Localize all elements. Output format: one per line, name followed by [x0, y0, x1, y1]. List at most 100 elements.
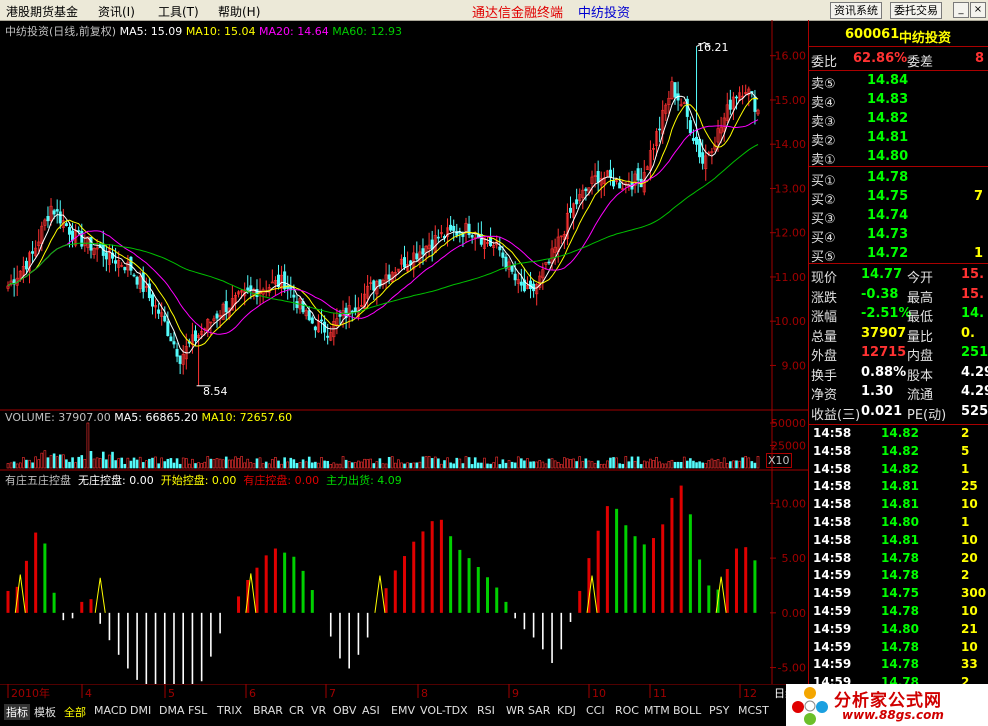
volume-bar: [65, 459, 68, 469]
volume-bar: [360, 461, 363, 469]
trade-order-button[interactable]: 委托交易: [890, 2, 942, 19]
tab-模板[interactable]: 模板: [34, 704, 56, 720]
tick-volume: 10: [961, 639, 978, 654]
indicator-bar: [624, 525, 628, 613]
tab-sar[interactable]: SAR: [528, 704, 550, 717]
volume-bar: [148, 458, 151, 469]
tab-mcst[interactable]: MCST: [738, 704, 769, 717]
indicator-bar: [339, 612, 341, 659]
volume-bar: [129, 460, 133, 469]
indicator-bar: [467, 558, 471, 613]
tab-wr[interactable]: WR: [506, 704, 525, 717]
chart-svg[interactable]: 16.00 15.00 14.00 13.00 12.00 11.00 10.00 9.00 5…: [0, 20, 808, 709]
tick-time: 14:58: [813, 497, 852, 512]
volume-bar: [412, 462, 416, 469]
tab-dmi[interactable]: DMI: [130, 704, 151, 717]
tab-emv[interactable]: EMV: [391, 704, 415, 717]
bid-row: 买② 14.75 7: [809, 188, 988, 208]
tab-obv[interactable]: OBV: [333, 704, 356, 717]
tab-asi[interactable]: ASI: [362, 704, 380, 717]
volume-bar: [178, 463, 182, 469]
volume-bar: [135, 459, 139, 469]
tab-全部[interactable]: 全部: [64, 704, 86, 720]
volume-bar: [409, 462, 412, 469]
tick-row: 14:58 14.81 25: [809, 478, 988, 496]
volume-bar: [166, 458, 170, 469]
volume-bar: [541, 461, 545, 469]
volume-bar: [741, 457, 744, 469]
tab-vr[interactable]: VR: [311, 704, 326, 717]
volume-bar: [639, 464, 643, 469]
indicator-bar: [163, 612, 166, 705]
tab-boll[interactable]: BOLL: [673, 704, 701, 717]
indicator-bar: [458, 549, 462, 613]
volume-bar: [427, 456, 431, 469]
volume-bar: [725, 463, 729, 469]
tab-rsi[interactable]: RSI: [477, 704, 495, 717]
stat-label: 总量: [811, 329, 838, 345]
bid-price: 14.74: [867, 208, 909, 223]
tick-time: 14:59: [813, 657, 852, 672]
tick-time: 14:58: [813, 426, 852, 440]
tick-time: 14:58: [813, 443, 852, 458]
volume-bar: [676, 461, 680, 469]
tick-price: 14.78: [881, 568, 919, 583]
ask-label: 卖②: [811, 134, 836, 149]
chart-area[interactable]: 16.00 15.00 14.00 13.00 12.00 11.00 10.00 9.00 5…: [0, 20, 808, 709]
tab-cci[interactable]: CCI: [586, 704, 605, 717]
bid-label: 买②: [811, 193, 836, 208]
volume-bar: [264, 461, 268, 469]
tab-roc[interactable]: ROC: [615, 704, 639, 717]
volume-bar: [735, 460, 738, 469]
volume-bar: [15, 463, 19, 469]
price-tick-label: 16.00: [775, 50, 807, 63]
menu-tools[interactable]: 工具(T): [158, 3, 199, 20]
price-tick-label: 15.00: [775, 94, 807, 107]
tab-macd[interactable]: MACD: [94, 704, 127, 717]
volume-bar: [46, 457, 50, 469]
tab-vol-tdx[interactable]: VOL-TDX: [420, 704, 468, 717]
tab-dma[interactable]: DMA: [159, 704, 185, 717]
tab-指标[interactable]: 指标: [4, 704, 30, 720]
tab-mtm[interactable]: MTM: [644, 704, 670, 717]
candles-group: [6, 41, 760, 387]
volume-group: [6, 422, 760, 469]
volume-bar: [37, 459, 41, 469]
volume-bar: [756, 456, 760, 469]
tab-brar[interactable]: BRAR: [253, 704, 283, 717]
tab-fsl[interactable]: FSL: [188, 704, 207, 717]
volume-bar: [590, 461, 594, 469]
volume-bar: [547, 458, 551, 469]
candle-body: [313, 326, 317, 331]
volume-bar: [563, 457, 566, 469]
news-system-button[interactable]: 资讯系统: [830, 2, 882, 19]
tick-price: 14.81: [881, 497, 919, 512]
tab-psy[interactable]: PSY: [709, 704, 729, 717]
volume-bar: [550, 458, 554, 469]
volume-bar: [458, 458, 462, 469]
tick-time: 14:58: [813, 515, 852, 529]
volume-bar: [390, 456, 394, 469]
menu-hk-futures[interactable]: 港股期货基金: [6, 3, 78, 20]
volume-bar: [231, 459, 234, 469]
menu-help[interactable]: 帮助(H): [218, 3, 260, 20]
tick-row: 14:59 14.78 10: [809, 639, 988, 657]
volume-bar: [372, 463, 376, 469]
volume-bar: [157, 463, 160, 469]
volume-bar: [111, 451, 114, 469]
volume-bar: [280, 463, 283, 469]
minimize-icon[interactable]: _: [953, 2, 969, 18]
tick-row: 14:58 14.82 2: [809, 425, 988, 443]
close-icon[interactable]: ×: [970, 2, 986, 18]
tab-trix[interactable]: TRIX: [217, 704, 242, 717]
tab-kdj[interactable]: KDJ: [557, 704, 576, 717]
menu-news[interactable]: 资讯(I): [98, 3, 135, 20]
tab-cr[interactable]: CR: [289, 704, 304, 717]
webi-label: 委比: [811, 55, 838, 70]
indicator-bar: [670, 497, 674, 613]
indicator-bar: [605, 506, 609, 613]
volume-bar: [467, 457, 471, 469]
volume-bar: [433, 456, 437, 469]
candle-body: [436, 236, 440, 239]
stat-row: 涨幅 -2.51% 最低 14.: [809, 305, 988, 325]
